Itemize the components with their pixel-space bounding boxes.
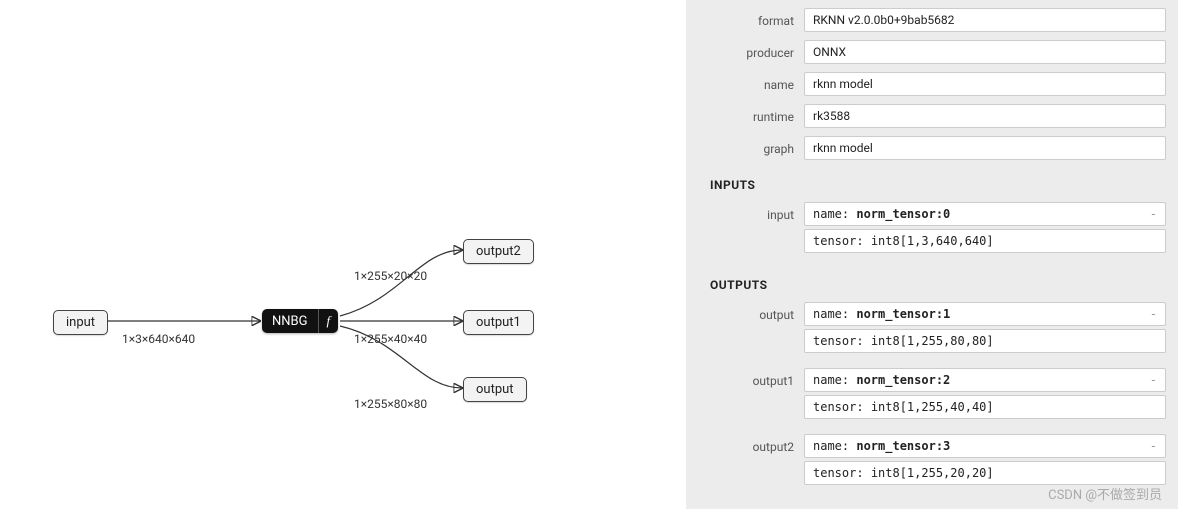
section-outputs: OUTPUTS	[686, 264, 1178, 298]
collapse-icon[interactable]: -	[1150, 439, 1157, 453]
io-label: output1	[686, 368, 804, 422]
io-label: input	[686, 202, 804, 256]
output-row: output1 name: norm_tensor:2 - tensor: in…	[686, 364, 1178, 426]
edge-label-input: 1×3×640×640	[122, 332, 195, 346]
io-name[interactable]: name: norm_tensor:3 -	[804, 434, 1166, 458]
io-label: output2	[686, 434, 804, 488]
value-producer: ONNX	[804, 40, 1166, 64]
io-tensor: tensor: int8[1,3,640,640]	[804, 229, 1166, 253]
edge-label-out2: 1×255×20×20	[354, 269, 427, 283]
value-name: rknn model	[804, 72, 1166, 96]
collapse-icon[interactable]: -	[1150, 207, 1157, 221]
output-row: output name: norm_tensor:1 - tensor: int…	[686, 298, 1178, 360]
node-op-label: NNBG	[262, 310, 318, 333]
label-runtime: runtime	[686, 104, 804, 124]
graph-canvas: input NNBG f output2 output1 output 1×3×…	[0, 0, 686, 509]
value-format: RKNN v2.0.0b0+9bab5682	[804, 8, 1166, 32]
collapse-icon[interactable]: -	[1150, 307, 1157, 321]
io-tensor: tensor: int8[1,255,80,80]	[804, 329, 1166, 353]
graph-edges	[0, 0, 686, 509]
node-op-nnbg[interactable]: NNBG f	[262, 309, 338, 333]
value-graph: rknn model	[804, 136, 1166, 160]
io-label: output	[686, 302, 804, 356]
node-input[interactable]: input	[53, 310, 108, 335]
collapse-icon[interactable]: -	[1150, 373, 1157, 387]
node-output2[interactable]: output2	[463, 239, 534, 264]
label-name: name	[686, 72, 804, 92]
edge-label-out1: 1×255×40×40	[354, 332, 427, 346]
io-tensor: tensor: int8[1,255,20,20]	[804, 461, 1166, 485]
node-output1[interactable]: output1	[463, 310, 534, 335]
label-format: format	[686, 8, 804, 28]
label-producer: producer	[686, 40, 804, 60]
io-tensor: tensor: int8[1,255,40,40]	[804, 395, 1166, 419]
label-graph: graph	[686, 136, 804, 156]
output-row: output2 name: norm_tensor:3 - tensor: in…	[686, 430, 1178, 492]
io-name[interactable]: name: norm_tensor:1 -	[804, 302, 1166, 326]
io-name[interactable]: name: norm_tensor:2 -	[804, 368, 1166, 392]
node-output[interactable]: output	[463, 377, 527, 402]
edge-label-out: 1×255×80×80	[354, 397, 427, 411]
io-name[interactable]: name: norm_tensor:0 -	[804, 202, 1166, 226]
value-runtime: rk3588	[804, 104, 1166, 128]
input-row: input name: norm_tensor:0 - tensor: int8…	[686, 198, 1178, 260]
node-op-attr[interactable]: f	[318, 309, 339, 333]
section-inputs: INPUTS	[686, 164, 1178, 198]
properties-panel: format RKNN v2.0.0b0+9bab5682 producer O…	[686, 0, 1178, 509]
